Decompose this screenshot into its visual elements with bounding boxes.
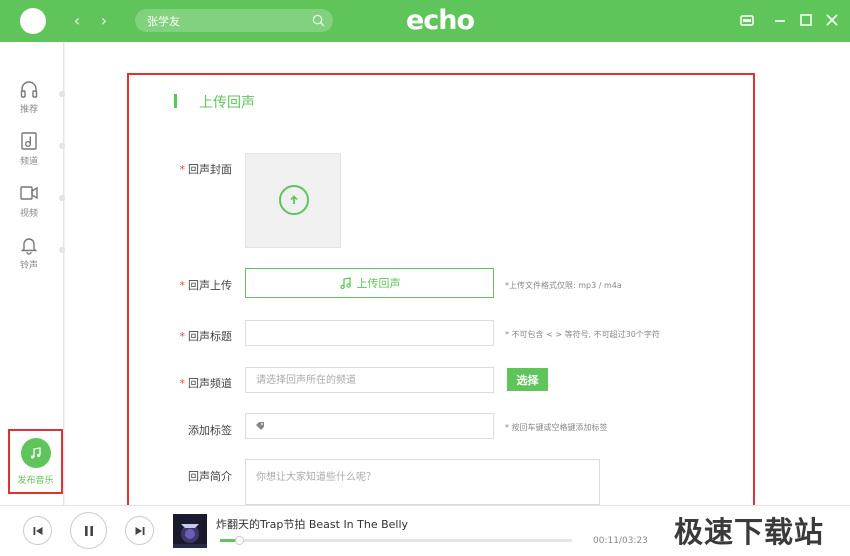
mini-mode-icon[interactable]	[739, 12, 755, 28]
cover-label: * 回声封面	[152, 161, 233, 177]
title-label: * 回声标题	[152, 328, 233, 344]
channel-input[interactable]	[245, 367, 494, 393]
required-mark: *	[179, 377, 186, 390]
sidebar: 推荐 频道 视频 铃声 发布音乐	[0, 42, 65, 505]
section-accent-bar	[174, 94, 177, 108]
title-input[interactable]	[245, 320, 494, 346]
upload-echo-button[interactable]: 上传回声	[245, 268, 494, 298]
minimize-icon[interactable]	[772, 12, 788, 28]
upload-arrow-badge	[279, 185, 309, 215]
close-icon[interactable]	[824, 12, 840, 28]
tags-input[interactable]	[270, 414, 485, 438]
search-icon[interactable]	[312, 14, 325, 27]
player-bar: 炸翻天的Trap节拍 Beast In The Belly 00:11/03:2…	[0, 505, 850, 556]
publish-music-button[interactable]: 发布音乐	[8, 429, 63, 494]
upload-label-text: 回声上传	[188, 279, 232, 292]
pause-button[interactable]	[70, 512, 107, 549]
music-album-icon	[21, 132, 37, 150]
track-title: 炸翻天的Trap节拍 Beast In The Belly	[216, 518, 409, 531]
intro-label: 回声简介	[152, 468, 232, 484]
next-icon	[135, 526, 144, 535]
pause-icon	[84, 525, 93, 536]
form-title: 上传回声	[199, 95, 255, 111]
sidebar-item-label: 推荐	[19, 105, 38, 115]
title-bar: ‹ › echo	[0, 0, 850, 42]
main-content: 上传回声 * 回声封面 * 回声上传 上传回声 *上传文件格式仅限: mp3 / m…	[65, 42, 850, 507]
tags-hint: * 按回车键或空格键添加标签	[505, 423, 608, 432]
music-note-icon	[30, 447, 41, 459]
upload-label: * 回声上传	[152, 277, 233, 293]
title-label-text: 回声标题	[188, 330, 232, 343]
title-hint: * 不可包含 < > 等符号, 不可超过30个字符	[505, 330, 660, 339]
channel-label: * 回声频道	[152, 375, 233, 391]
search-box	[135, 9, 333, 32]
playback-time: 00:11/03:23	[593, 536, 648, 546]
cover-label-text: 回声封面	[188, 163, 232, 176]
previous-icon	[33, 526, 42, 535]
tags-label: 添加标签	[152, 422, 232, 438]
intro-label-text: 回声简介	[188, 470, 232, 483]
sidebar-item-label: 视频	[19, 209, 38, 219]
tags-label-text: 添加标签	[188, 424, 232, 437]
publish-music-label: 发布音乐	[17, 476, 54, 486]
upload-form: 上传回声 * 回声封面 * 回声上传 上传回声 *上传文件格式仅限: mp3 / m…	[127, 73, 755, 507]
music-note-icon	[339, 277, 351, 290]
sidebar-item-video[interactable]: 视频	[0, 183, 58, 229]
channel-label-text: 回声频道	[188, 377, 232, 390]
intro-textarea[interactable]	[245, 459, 600, 505]
back-arrow-icon[interactable]: ‹	[68, 11, 86, 31]
video-camera-icon	[20, 186, 38, 200]
bell-icon	[20, 238, 38, 255]
required-mark: *	[179, 163, 186, 176]
album-cover[interactable]	[173, 514, 207, 548]
sidebar-item-ringtone[interactable]: 铃声	[0, 235, 58, 281]
progress-handle[interactable]	[235, 536, 244, 545]
required-mark: *	[179, 330, 186, 343]
forward-arrow-icon[interactable]: ›	[95, 11, 113, 31]
sidebar-item-recommend[interactable]: 推荐	[0, 79, 58, 125]
upload-format-hint: *上传文件格式仅限: mp3 / m4a	[505, 281, 622, 290]
album-art-icon	[173, 514, 207, 548]
sidebar-item-label: 铃声	[19, 261, 38, 271]
maximize-icon[interactable]	[798, 12, 814, 28]
next-button[interactable]	[125, 516, 154, 545]
required-mark: *	[179, 279, 186, 292]
upload-arrow-icon	[290, 195, 298, 204]
previous-button[interactable]	[23, 516, 52, 545]
search-input[interactable]	[147, 9, 307, 32]
user-avatar[interactable]	[20, 8, 46, 34]
tag-icon	[256, 422, 264, 430]
sidebar-item-channel[interactable]: 频道	[0, 131, 58, 177]
tags-field	[245, 413, 494, 439]
watermark: 极速下载站	[674, 515, 825, 549]
echo-logo: echo	[405, 5, 475, 36]
sidebar-item-label: 频道	[19, 157, 38, 167]
publish-music-badge	[20, 438, 51, 468]
cover-upload-area[interactable]	[245, 153, 341, 248]
upload-echo-button-label: 上传回声	[356, 277, 401, 290]
headphones-icon	[20, 81, 38, 98]
progress-bar[interactable]	[220, 536, 572, 545]
choose-channel-button[interactable]: 选择	[507, 368, 548, 391]
